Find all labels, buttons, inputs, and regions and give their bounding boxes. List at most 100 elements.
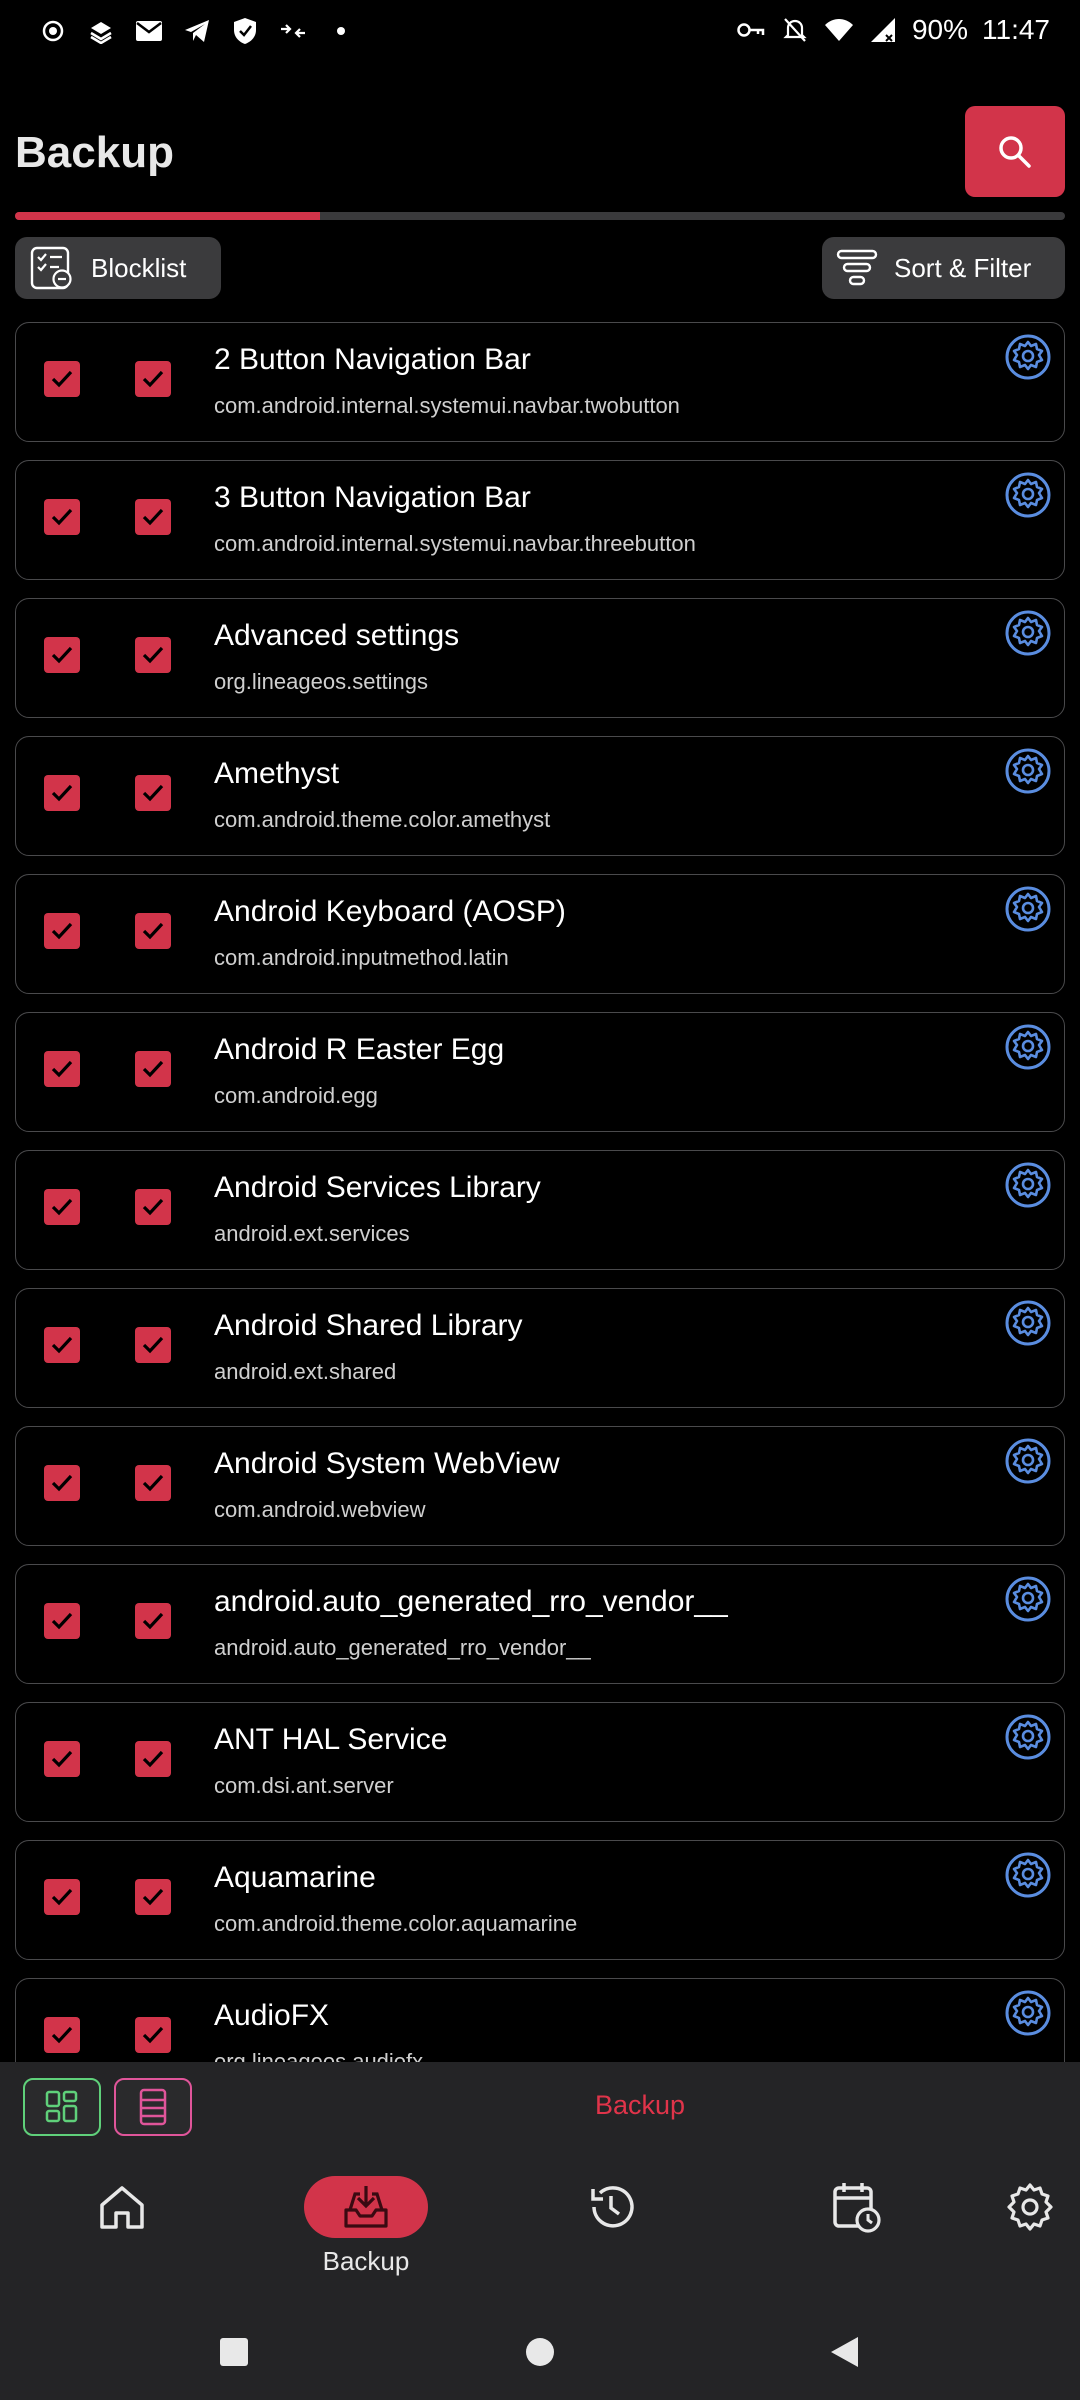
app-name: Android System WebView [214,1447,560,1480]
check-icon [51,1198,73,1216]
check-icon [142,1336,164,1354]
system-app-icon [1004,471,1052,519]
mail-icon [134,16,164,46]
data-checkbox[interactable] [135,1879,171,1915]
nav-settings-pill [968,2176,1080,2238]
apk-checkbox[interactable] [44,775,80,811]
apk-checkbox[interactable] [44,1465,80,1501]
list-item[interactable]: Amethyst com.android.theme.color.amethys… [15,736,1065,856]
list-item[interactable]: AudioFX org.lineageos.audiofx [15,1978,1065,2062]
nav-home[interactable] [42,2176,202,2286]
data-checkbox[interactable] [135,775,171,811]
apk-checkbox[interactable] [44,499,80,535]
sort-filter-button[interactable]: Sort & Filter [822,237,1065,299]
nav-scheduler[interactable] [776,2176,936,2286]
status-bar: 90% 11:47 [0,0,1080,70]
list-item[interactable]: 3 Button Navigation Bar com.android.inte… [15,460,1065,580]
apk-checkbox[interactable] [44,1741,80,1777]
apk-checkbox[interactable] [44,1051,80,1087]
data-checkbox[interactable] [135,1327,171,1363]
telegram-icon [182,16,212,46]
package-name: com.android.internal.systemui.navbar.two… [214,393,680,418]
data-checkbox[interactable] [135,1603,171,1639]
data-checkbox[interactable] [135,499,171,535]
app-name: Advanced settings [214,619,460,652]
check-icon [51,1750,73,1768]
nav-settings[interactable] [950,2176,1080,2286]
data-checkbox[interactable] [135,2017,171,2053]
bottom-action-bar: Backup [0,2062,1080,2154]
app-name: Android Keyboard (AOSP) [214,895,566,928]
list-item[interactable]: ANT HAL Service com.dsi.ant.server [15,1702,1065,1822]
stack-icon [86,16,116,46]
package-name: com.android.egg [214,1083,378,1108]
nav-scheduler-pill [794,2176,918,2238]
check-icon [142,784,164,802]
shield-icon [230,16,260,46]
list-item[interactable]: Advanced settings org.lineageos.settings [15,598,1065,718]
apk-checkbox[interactable] [44,1879,80,1915]
app-name: 3 Button Navigation Bar [214,481,531,514]
data-checkbox[interactable] [135,1051,171,1087]
list-item[interactable]: Android System WebView com.android.webvi… [15,1426,1065,1546]
list-item[interactable]: Android Shared Library android.ext.share… [15,1288,1065,1408]
system-app-icon [1004,885,1052,933]
check-icon [51,508,73,526]
apk-checkbox[interactable] [44,2017,80,2053]
nav-home-pill [60,2176,184,2238]
list-item[interactable]: 2 Button Navigation Bar com.android.inte… [15,322,1065,442]
check-icon [142,1060,164,1078]
notification-icons [38,16,356,46]
system-app-icon [1004,1161,1052,1209]
data-checkbox[interactable] [135,361,171,397]
blocklist-button[interactable]: Blocklist [15,237,221,299]
nav-history-pill [549,2176,673,2238]
search-button[interactable] [965,106,1065,197]
data-checkbox[interactable] [135,1465,171,1501]
check-icon [142,508,164,526]
list-item[interactable]: Aquamarine com.android.theme.color.aquam… [15,1840,1065,1960]
signal-icon [868,15,898,45]
system-app-icon [1004,1713,1052,1761]
list-item[interactable]: Android Keyboard (AOSP) com.android.inpu… [15,874,1065,994]
back-icon [831,2337,858,2367]
system-app-icon [1004,333,1052,381]
list-item[interactable]: android.auto_generated_rro_vendor__ andr… [15,1564,1065,1684]
app-name: AudioFX [214,1999,330,2032]
apk-checkbox[interactable] [44,1189,80,1225]
data-checkbox[interactable] [135,913,171,949]
nav-history[interactable] [531,2176,691,2286]
data-checkbox[interactable] [135,1189,171,1225]
list-item[interactable]: Android R Easter Egg com.android.egg [15,1012,1065,1132]
check-icon [142,1888,164,1906]
settings-icon [1007,2183,1053,2231]
home-circle-icon [526,2338,554,2366]
app-list[interactable]: 2 Button Navigation Bar com.android.inte… [15,322,1065,2062]
nav-backup[interactable]: Backup [286,2176,446,2286]
back-button[interactable] [822,2330,866,2374]
data-checkbox[interactable] [135,637,171,673]
data-checkbox[interactable] [135,1741,171,1777]
package-name: com.dsi.ant.server [214,1773,394,1798]
check-icon [51,2026,73,2044]
system-app-icon [1004,1989,1052,2037]
recents-button[interactable] [212,2330,256,2374]
wifi-icon [824,15,854,45]
apk-checkbox[interactable] [44,637,80,673]
check-icon [51,1888,73,1906]
apk-checkbox[interactable] [44,913,80,949]
check-icon [142,2026,164,2044]
progress-fill [15,212,320,220]
home-button[interactable] [518,2330,562,2374]
apk-checkbox[interactable] [44,1327,80,1363]
system-app-icon [1004,1437,1052,1485]
backup-icon [344,2186,388,2228]
package-name: org.lineageos.settings [214,669,429,694]
apk-checkbox[interactable] [44,361,80,397]
list-item[interactable]: Android Services Library android.ext.ser… [15,1150,1065,1270]
check-icon [51,370,73,388]
apk-checkbox[interactable] [44,1603,80,1639]
recents-icon [220,2338,248,2366]
app-name: Android Services Library [214,1171,541,1204]
home-icon [100,2186,144,2229]
